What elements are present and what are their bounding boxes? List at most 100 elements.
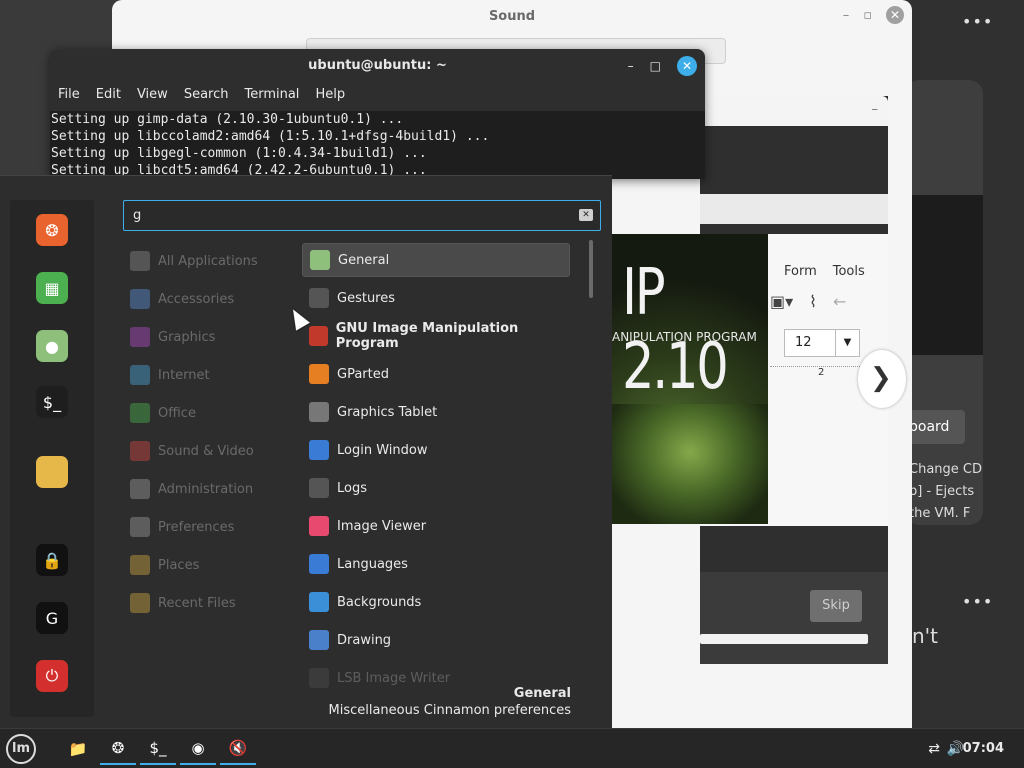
menu-file[interactable]: File [58, 87, 88, 102]
installer-titlebar: – [700, 96, 888, 126]
writer-toolbar: ▣▾ ⌇ ← [770, 292, 846, 311]
sound-taskbar-icon[interactable]: 🔇 [220, 733, 256, 765]
maximize-icon[interactable]: ▫ [863, 8, 872, 23]
disc-taskbar-icon[interactable]: ◉ [180, 733, 216, 765]
terminal-taskbar-icon[interactable]: $_ [140, 733, 176, 765]
background-card-line: Change CD [909, 462, 982, 477]
font-size-select[interactable]: 12 ▼ [784, 329, 860, 357]
firefox-icon[interactable]: ❂ [36, 214, 68, 246]
network-icon[interactable]: ⇄ [928, 729, 940, 768]
category-label: Sound & Video [158, 443, 254, 459]
terminal-menubar: File Edit View Search Terminal Help [58, 87, 361, 102]
menu-help[interactable]: Help [315, 87, 353, 102]
app-item[interactable]: Backgrounds [302, 585, 570, 619]
clock[interactable]: 07:04 [963, 729, 1004, 768]
globe-icon [309, 554, 329, 574]
chevron-right-icon[interactable]: ❯ [858, 350, 906, 408]
favorites-panel: ❂ ▦ ● $_ 🔒 G ⏻ [10, 200, 94, 717]
terminal-icon[interactable]: $_ [36, 386, 68, 418]
power-icon[interactable]: ⏻ [36, 660, 68, 692]
app-label: Gestures [337, 290, 396, 306]
skip-button[interactable]: Skip [810, 590, 862, 622]
files-taskbar-icon[interactable]: 📁 [60, 733, 96, 765]
menu-terminal[interactable]: Terminal [244, 87, 307, 102]
background-card-line: the VM. F [909, 506, 971, 521]
category-item[interactable]: All Applications [130, 250, 258, 272]
category-label: Administration [158, 481, 254, 497]
terminal-output[interactable]: Setting up gimp-data (2.10.30-1ubuntu0.1… [50, 111, 705, 179]
clear-format-icon[interactable]: ⌇ [809, 292, 817, 311]
close-icon[interactable]: ✕ [886, 6, 904, 24]
paste-icon[interactable]: ▣▾ [770, 292, 793, 311]
app-item[interactable]: GParted [302, 357, 570, 391]
minimize-icon[interactable]: – [628, 59, 634, 73]
app-item[interactable]: Gestures [302, 281, 570, 315]
menu-search[interactable]: Search [184, 87, 237, 102]
lock-icon[interactable]: 🔒 [36, 544, 68, 576]
menu-button-icon[interactable]: lm [6, 734, 36, 764]
category-icon [130, 517, 150, 537]
sound-window-controls: – ▫ ✕ [843, 6, 904, 24]
app-item[interactable]: Login Window [302, 433, 570, 467]
app-item[interactable]: Languages [302, 547, 570, 581]
category-item[interactable]: Internet [130, 364, 210, 386]
terminal-line: Setting up gimp-data (2.10.30-1ubuntu0.1… [51, 112, 404, 127]
category-item[interactable]: Administration [130, 478, 253, 500]
software-manager-icon[interactable]: ▦ [36, 272, 68, 304]
application-menu: ❂ ▦ ● $_ 🔒 G ⏻ g ✕ All Applications Accessories… [0, 175, 612, 728]
app-item[interactable]: Image Viewer [302, 509, 570, 543]
category-item[interactable]: Preferences [130, 516, 234, 538]
writer-menu-item[interactable]: Tools [833, 264, 865, 279]
search-input[interactable]: g ✕ [123, 200, 601, 231]
category-label: Places [158, 557, 200, 573]
category-item[interactable]: Places [130, 554, 199, 576]
writer-menu-item[interactable]: Form [784, 264, 817, 279]
folder-icon[interactable] [36, 456, 68, 488]
more-options-icon[interactable]: ••• [962, 592, 993, 611]
app-item[interactable]: Logs [302, 471, 570, 505]
category-item[interactable]: Accessories [130, 288, 234, 310]
chevron-down-icon[interactable]: ▼ [835, 330, 859, 356]
installer-footer: Skip [700, 572, 888, 664]
terminal-window: ubuntu@ubuntu: ~ – □ ✕ File Edit View Se… [50, 49, 705, 179]
undo-icon[interactable]: ← [833, 292, 846, 311]
category-label: All Applications [158, 253, 258, 269]
minimize-icon[interactable]: – [843, 8, 850, 23]
settings-toggle-icon[interactable]: ● [36, 330, 68, 362]
background-card-button[interactable]: board [905, 410, 965, 444]
more-options-icon[interactable]: ••• [962, 12, 993, 31]
app-item[interactable]: Drawing [302, 623, 570, 657]
hand-icon [309, 288, 329, 308]
usb-icon [309, 668, 329, 688]
menu-edit[interactable]: Edit [96, 87, 129, 102]
terminal-title: ubuntu@ubuntu: ~ [308, 58, 447, 73]
app-item[interactable]: General [302, 243, 570, 277]
clear-search-icon[interactable]: ✕ [579, 209, 593, 221]
category-item[interactable]: Graphics [130, 326, 215, 348]
category-item[interactable]: Sound & Video [130, 440, 254, 462]
category-icon [130, 403, 150, 423]
app-label: Login Window [337, 442, 428, 458]
firefox-taskbar-icon[interactable]: ❂ [100, 733, 136, 765]
volume-icon[interactable]: 🔊 [947, 729, 964, 768]
terminal-controls: – □ ✕ [628, 56, 697, 76]
minimize-icon[interactable]: – [872, 102, 879, 117]
splash-subtitle: ANIPULATION PROGRAM [612, 330, 757, 344]
category-icon [130, 327, 150, 347]
category-label: Preferences [158, 519, 235, 535]
app-item[interactable]: Graphics Tablet [302, 395, 570, 429]
category-icon [130, 365, 150, 385]
close-icon[interactable]: ✕ [677, 56, 697, 76]
gimp-icon [309, 326, 328, 346]
menu-view[interactable]: View [137, 87, 176, 102]
category-item[interactable]: Office [130, 402, 196, 424]
drawing-icon [309, 630, 329, 650]
selected-app-name: General [513, 686, 571, 701]
scrollbar[interactable] [589, 240, 593, 298]
category-item[interactable]: Recent Files [130, 592, 236, 614]
logout-icon[interactable]: G [36, 602, 68, 634]
app-item[interactable]: GNU Image Manipulation Program [302, 319, 570, 353]
search-value: g [133, 208, 142, 223]
app-label: Image Viewer [337, 518, 427, 534]
maximize-icon[interactable]: □ [650, 59, 661, 73]
